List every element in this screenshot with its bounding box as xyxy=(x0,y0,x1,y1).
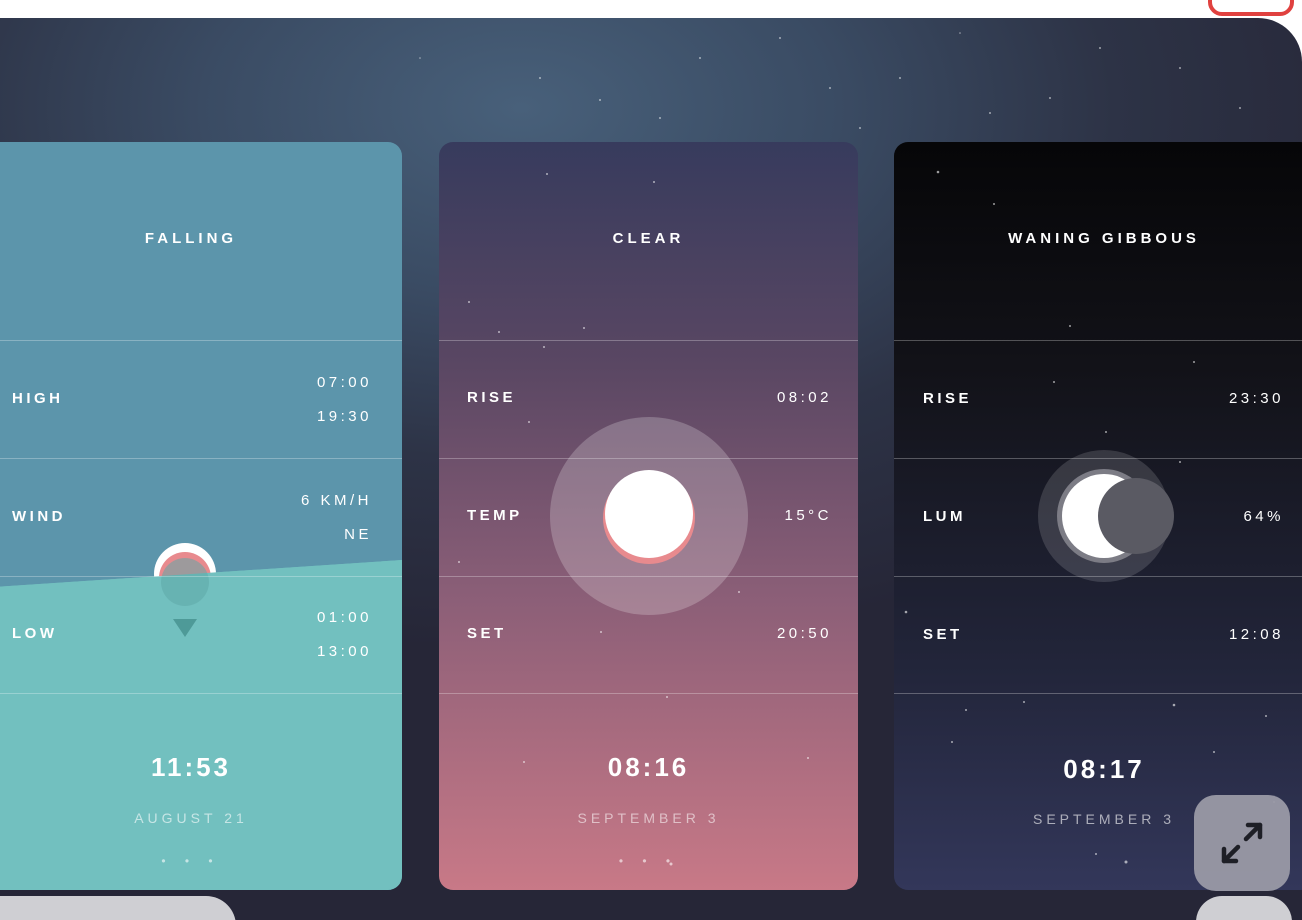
lum-label: LUM xyxy=(923,508,966,525)
low-time-2: 13:00 xyxy=(316,643,372,660)
divider xyxy=(439,576,858,577)
divider xyxy=(439,340,858,341)
tide-time: 11:53 xyxy=(150,752,232,782)
sunset-label: SET xyxy=(467,625,507,642)
divider xyxy=(0,576,402,577)
wind-label: WIND xyxy=(12,508,66,525)
wind-direction: NE xyxy=(344,526,372,543)
low-time-1: 01:00 xyxy=(316,609,372,626)
wind-speed: 6 KM/H xyxy=(300,492,372,509)
moon-title: WANING GIBBOUS xyxy=(1008,230,1200,247)
sunrise-label: RISE xyxy=(467,389,517,406)
tide-card[interactable]: FALLING HIGH 07:00 19:30 WIND 6 KM/H NE … xyxy=(0,142,402,890)
corner-badge xyxy=(1208,0,1294,16)
high-label: HIGH xyxy=(12,390,64,407)
moonset-label: SET xyxy=(923,626,963,643)
sun-title: CLEAR xyxy=(612,230,685,247)
low-label: LOW xyxy=(12,625,58,642)
bottom-left-control[interactable] xyxy=(0,896,236,920)
temp-value: 15°C xyxy=(784,507,832,524)
divider xyxy=(894,458,1302,459)
tide-date: AUGUST 21 xyxy=(134,810,248,826)
bottom-right-control[interactable] xyxy=(1196,896,1292,920)
divider xyxy=(439,693,858,694)
sun-time: 08:16 xyxy=(607,752,690,782)
high-time-1: 07:00 xyxy=(316,374,372,391)
wind-values: 6 KM/H NE xyxy=(301,484,372,552)
temp-label: TEMP xyxy=(467,507,523,524)
divider xyxy=(894,693,1302,694)
lum-value: 64% xyxy=(1243,508,1284,525)
page-dots[interactable]: • • • xyxy=(439,854,858,868)
divider xyxy=(0,458,402,459)
moonrise-label: RISE xyxy=(923,390,973,407)
sunset-time: 20:50 xyxy=(776,625,832,642)
expand-button[interactable] xyxy=(1194,795,1290,891)
moonset-time: 12:08 xyxy=(1228,626,1284,643)
tide-title: FALLING xyxy=(144,230,238,247)
moon-time: 08:17 xyxy=(1063,754,1145,784)
high-times: 07:00 19:30 xyxy=(317,366,372,434)
divider xyxy=(894,340,1302,341)
low-times: 01:00 13:00 xyxy=(317,601,372,669)
page-dots[interactable]: • • • xyxy=(0,854,402,868)
divider xyxy=(439,458,858,459)
preview-frame: FALLING HIGH 07:00 19:30 WIND 6 KM/H NE … xyxy=(0,18,1302,920)
moonrise-time: 23:30 xyxy=(1228,390,1284,407)
sunrise-time: 08:02 xyxy=(776,389,832,406)
sun-card[interactable]: CLEAR RISE 08:02 TEMP 15°C SET 20:50 08:… xyxy=(439,142,858,890)
sun-date: SEPTEMBER 3 xyxy=(577,810,720,826)
divider xyxy=(894,576,1302,577)
expand-arrows-icon xyxy=(1221,822,1263,864)
divider xyxy=(0,340,402,341)
divider xyxy=(0,693,402,694)
moon-card[interactable]: WANING GIBBOUS RISE 23:30 LUM 64% SET 12… xyxy=(894,142,1302,890)
high-time-2: 19:30 xyxy=(316,408,372,425)
